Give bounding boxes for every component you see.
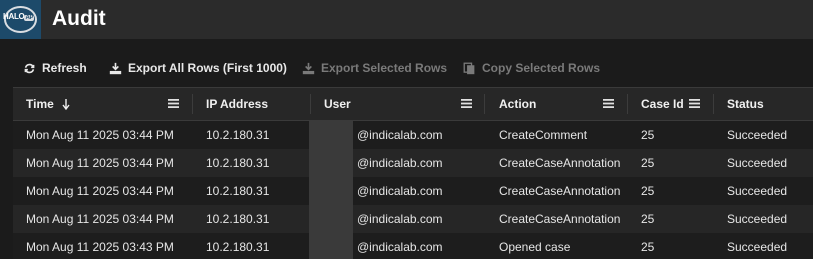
cell-action: CreateCaseAnnotation	[499, 212, 621, 226]
column-header-ip-address[interactable]: IP Address	[206, 88, 268, 120]
sort-descending-icon	[62, 98, 70, 110]
cell-time: Mon Aug 11 2025 03:44 PM	[26, 128, 174, 142]
column-divider[interactable]	[713, 94, 714, 114]
export-selected-rows-button[interactable]: Export Selected Rows	[302, 59, 447, 77]
cell-time: Mon Aug 11 2025 03:44 PM	[26, 184, 174, 198]
cell-ip-address: 10.2.180.31	[206, 128, 270, 142]
copy-icon	[463, 62, 475, 74]
cell-case-id: 25	[641, 212, 655, 226]
column-divider[interactable]	[484, 94, 485, 114]
cell-case-id: 25	[641, 156, 655, 170]
page-title: Audit	[52, 7, 106, 30]
download-icon	[109, 62, 122, 74]
column-menu-icon[interactable]	[603, 99, 614, 108]
cell-status: Succeeded	[727, 212, 788, 226]
table-row[interactable]: Mon Aug 11 2025 03:44 PM 10.2.180.31 @in…	[13, 121, 813, 149]
cell-action: CreateCaseAnnotation	[499, 156, 621, 170]
cell-user: @indicalab.com	[357, 240, 443, 254]
cell-ip-address: 10.2.180.31	[206, 156, 270, 170]
cell-status: Succeeded	[727, 128, 788, 142]
column-menu-icon[interactable]	[168, 99, 179, 108]
refresh-icon	[24, 63, 35, 73]
table-body: Mon Aug 11 2025 03:44 PM 10.2.180.31 @in…	[13, 121, 813, 259]
column-header-case-id[interactable]: Case Id	[641, 88, 684, 120]
column-header-time[interactable]: Time	[26, 88, 70, 120]
copy-selected-rows-button[interactable]: Copy Selected Rows	[463, 59, 600, 77]
cell-user: @indicalab.com	[357, 212, 443, 226]
cell-action: Opened case	[499, 240, 571, 254]
toolbar: Refresh Export All Rows (First 1000) Exp…	[0, 39, 813, 87]
cell-ip-address: 10.2.180.31	[206, 240, 270, 254]
table-row[interactable]: Mon Aug 11 2025 03:44 PM 10.2.180.31 @in…	[13, 149, 813, 177]
redaction-block	[309, 121, 353, 259]
cell-case-id: 25	[641, 184, 655, 198]
cell-case-id: 25	[641, 240, 655, 254]
title-bar: HALOAP Audit	[0, 0, 813, 39]
column-divider[interactable]	[627, 94, 628, 114]
column-menu-icon[interactable]	[689, 99, 700, 108]
table-row[interactable]: Mon Aug 11 2025 03:44 PM 10.2.180.31 @in…	[13, 205, 813, 233]
cell-status: Succeeded	[727, 156, 788, 170]
column-menu-icon[interactable]	[461, 99, 472, 108]
cell-action: CreateComment	[499, 128, 588, 142]
cell-case-id: 25	[641, 128, 655, 142]
cell-user: @indicalab.com	[357, 128, 443, 142]
cell-user: @indicalab.com	[357, 156, 443, 170]
cell-time: Mon Aug 11 2025 03:44 PM	[26, 212, 174, 226]
cell-ip-address: 10.2.180.31	[206, 184, 270, 198]
table-header: Time IP Address User Action Case Id Stat…	[13, 87, 813, 121]
halo-ap-logo[interactable]: HALOAP	[0, 0, 41, 39]
column-header-user[interactable]: User	[324, 88, 351, 120]
column-divider[interactable]	[192, 94, 193, 114]
cell-time: Mon Aug 11 2025 03:43 PM	[26, 240, 174, 254]
column-header-status[interactable]: Status	[727, 88, 764, 120]
cell-status: Succeeded	[727, 184, 788, 198]
column-divider[interactable]	[310, 94, 311, 114]
cell-time: Mon Aug 11 2025 03:44 PM	[26, 156, 174, 170]
refresh-button[interactable]: Refresh	[23, 59, 87, 77]
cell-user: @indicalab.com	[357, 184, 443, 198]
cell-status: Succeeded	[727, 240, 788, 254]
export-all-rows-button[interactable]: Export All Rows (First 1000)	[109, 59, 287, 77]
column-header-action[interactable]: Action	[499, 88, 536, 120]
cell-ip-address: 10.2.180.31	[206, 212, 270, 226]
download-icon	[302, 62, 315, 74]
cell-action: CreateCaseAnnotation	[499, 184, 621, 198]
table-row[interactable]: Mon Aug 11 2025 03:44 PM 10.2.180.31 @in…	[13, 177, 813, 205]
table-row[interactable]: Mon Aug 11 2025 03:43 PM 10.2.180.31 @in…	[13, 233, 813, 259]
